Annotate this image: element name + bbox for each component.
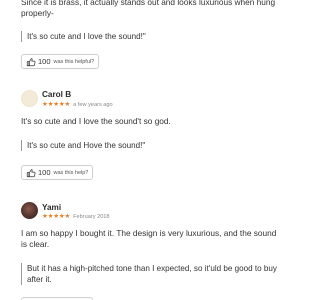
review-date: February 2018 (73, 213, 110, 220)
reviewer-name: Yami (42, 203, 62, 212)
thumbs-up-icon (26, 57, 36, 66)
helpful-button[interactable]: 100 was this help? (21, 165, 94, 180)
star-rating: ★★★★★ (42, 213, 71, 220)
helpful-count: 100 (38, 168, 51, 177)
review-3-body: I am so happy I bought it. The design is… (21, 228, 277, 249)
review-2-body: It's so cute and I love the sound't so g… (21, 116, 171, 126)
thumbs-up-icon (26, 168, 36, 177)
review-2-quote: It's so cute and Hove the sound!" (21, 140, 281, 151)
helpful-button[interactable]: 100 was this helpful? (21, 54, 100, 69)
review-3-quote: But it has a high-pitched tone than I ex… (21, 263, 281, 285)
review-date: a few years ago (73, 101, 113, 108)
helpful-label: was this helpful? (53, 58, 95, 65)
avatar (21, 202, 38, 219)
star-rating: ★★★★★ (42, 101, 71, 108)
review-meta: ★★★★★ February 2018 (42, 213, 110, 220)
review-1-quote: It's so cute and I love the sound!" (21, 31, 281, 42)
reviewer-name: Carol B (42, 90, 72, 99)
avatar (21, 90, 38, 107)
review-meta: ★★★★★ a few years ago (42, 101, 113, 108)
helpful-count: 100 (38, 57, 51, 66)
helpful-label: was this help? (53, 169, 89, 176)
review-1-body: Since it is brass, it actually stands ou… (21, 0, 276, 18)
